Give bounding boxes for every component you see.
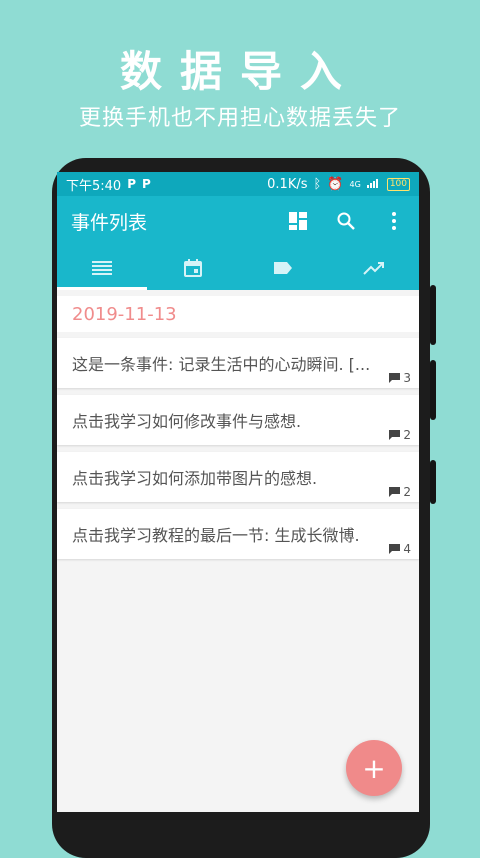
comment-count-value: 3 [403,371,411,385]
comment-icon [389,544,401,554]
comment-count-value: 2 [403,485,411,499]
app-bar: 事件列表 [57,196,419,246]
event-card[interactable]: 点击我学习如何添加带图片的感想. 2 [57,452,419,502]
battery-indicator: 100 [386,177,410,191]
event-list: 2019-11-13 这是一条事件: 记录生活中的心动瞬间. [... 3 点击… [57,290,419,559]
comment-count-value: 2 [403,428,411,442]
page-title: 事件列表 [71,211,148,234]
list-icon [92,261,113,275]
phone-screen: 下午5:40 P P 0.1K/s ᛒ ⏰ 4G 100 事件列表 2019-1… [57,172,419,812]
comment-count: 4 [389,542,411,556]
tab-indicator [57,287,147,290]
signal-icon [366,177,381,192]
phone-volume-button [430,360,436,420]
phone-volume-button [430,285,436,345]
event-card[interactable]: 点击我学习教程的最后一节: 生成长微博. 4 [57,509,419,559]
trending-up-icon [363,262,384,275]
more-vert-icon[interactable] [383,210,405,232]
notification-p-icon: P [127,177,136,191]
status-bar: 下午5:40 P P 0.1K/s ᛒ ⏰ 4G 100 [57,172,419,196]
date-header: 2019-11-13 [57,296,419,332]
label-icon [274,262,293,274]
comment-icon [389,487,401,497]
event-card[interactable]: 这是一条事件: 记录生活中的心动瞬间. [... 3 [57,338,419,388]
dashboard-icon[interactable] [287,210,309,232]
comment-count-value: 4 [403,542,411,556]
add-event-button[interactable]: + [346,740,402,796]
tab-bar [57,246,419,290]
alarm-off-icon: ⏰ [327,176,344,192]
bluetooth-icon: ᛒ [313,176,322,192]
tab-trends[interactable] [329,246,420,290]
phone-power-button [430,460,436,504]
signal-type: 4G [349,179,361,189]
promo-subtitle: 更换手机也不用担心数据丢失了 [78,106,401,131]
event-text: 这是一条事件: 记录生活中的心动瞬间. [... [72,355,371,374]
comment-icon [389,373,401,383]
comment-icon [389,430,401,440]
tab-tags[interactable] [238,246,329,290]
event-card[interactable]: 点击我学习如何修改事件与感想. 2 [57,395,419,445]
comment-count: 2 [389,485,411,499]
comment-count: 3 [389,371,411,385]
notification-p-icon: P [142,177,151,191]
comment-count: 2 [389,428,411,442]
calendar-icon [183,259,202,277]
network-speed: 0.1K/s [267,176,308,192]
promo-title: 数据导入 [119,47,360,96]
status-time: 下午5:40 [66,178,122,194]
tab-calendar[interactable] [148,246,239,290]
search-icon[interactable] [335,210,357,232]
tab-list[interactable] [57,246,148,290]
event-text: 点击我学习如何添加带图片的感想. [72,469,318,488]
event-text: 点击我学习教程的最后一节: 生成长微博. [72,526,360,545]
event-text: 点击我学习如何修改事件与感想. [72,412,302,431]
